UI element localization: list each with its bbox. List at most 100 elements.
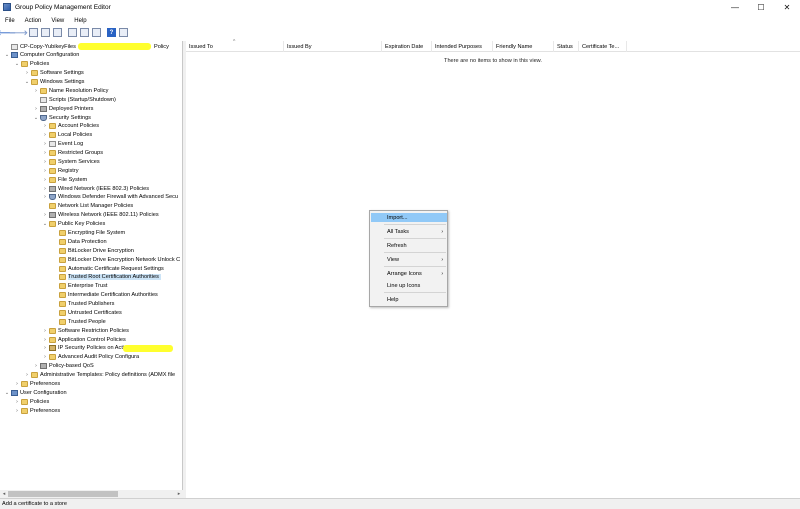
collapsed-chevron-icon[interactable]: › <box>33 363 39 369</box>
tree-node[interactable]: › Advanced Audit Policy Configura <box>42 353 139 362</box>
tree-node[interactable]: › IP Security Policies on Activ <box>42 344 173 353</box>
collapsed-chevron-icon[interactable]: › <box>42 159 48 165</box>
tree-node[interactable]: Automatic Certificate Request Settings <box>52 264 164 273</box>
tree-node[interactable]: ⌄ Security Settings <box>33 113 91 122</box>
tree-node[interactable]: ⌄ Public Key Policies <box>42 220 105 229</box>
menu-item-refresh[interactable]: Refresh <box>371 241 447 250</box>
tree-node[interactable]: Trusted Publishers <box>52 300 114 309</box>
tree-node[interactable]: › Registry <box>42 166 79 175</box>
tree-node[interactable]: › System Services <box>42 157 100 166</box>
collapsed-chevron-icon[interactable]: › <box>14 381 20 387</box>
minimize-button[interactable]: — <box>722 0 748 14</box>
collapsed-chevron-icon[interactable]: › <box>42 177 48 183</box>
tree-node[interactable]: › Local Policies <box>42 131 92 140</box>
collapsed-chevron-icon[interactable]: › <box>33 88 39 94</box>
tree-node[interactable]: Untrusted Certificates <box>52 308 122 317</box>
show-hide-tree-icon[interactable] <box>41 28 50 37</box>
collapsed-chevron-icon[interactable]: › <box>24 372 30 378</box>
collapsed-chevron-icon[interactable]: › <box>42 345 48 351</box>
tree-node[interactable]: › Account Policies <box>42 122 99 131</box>
menu-item-import[interactable]: Import... <box>371 213 447 222</box>
tree-node[interactable]: BitLocker Drive Encryption <box>52 246 134 255</box>
tree-node[interactable]: › Administrative Templates: Policy defini… <box>24 371 175 380</box>
collapsed-chevron-icon[interactable]: › <box>42 212 48 218</box>
column-friendly-name[interactable]: Friendly Name <box>493 41 554 52</box>
collapsed-chevron-icon[interactable]: › <box>42 132 48 138</box>
tree-node[interactable]: Network List Manager Policies <box>42 202 133 211</box>
export-list-icon[interactable] <box>92 28 101 37</box>
close-button[interactable]: ✕ <box>774 0 800 14</box>
refresh-icon[interactable] <box>80 28 89 37</box>
menu-item-line-up-icons[interactable]: Line up Icons <box>371 281 447 290</box>
collapsed-chevron-icon[interactable]: › <box>42 141 48 147</box>
tree-node[interactable]: › Wireless Network (IEEE 802.11) Policies <box>42 211 159 220</box>
tree-node[interactable]: ⌄ Windows Settings <box>24 78 84 87</box>
tree-horizontal-scrollbar[interactable]: ◂ ▸ <box>0 490 183 498</box>
console-tree[interactable]: CP-Copy-YubikeyFiles Policy ⌄ Computer Conf… <box>0 41 183 498</box>
tree-node[interactable]: › Policies <box>14 397 49 406</box>
column-issued-to[interactable]: Issued To <box>186 41 284 52</box>
column-status[interactable]: Status <box>554 41 579 52</box>
copy-icon[interactable] <box>68 28 77 37</box>
help-icon[interactable]: ? <box>107 28 116 37</box>
collapsed-chevron-icon[interactable]: › <box>33 106 39 112</box>
collapsed-chevron-icon[interactable]: › <box>24 70 30 76</box>
tree-node[interactable]: › Policy-based QoS <box>33 362 94 371</box>
collapsed-chevron-icon[interactable]: › <box>42 354 48 360</box>
tree-node[interactable]: › Application Control Policies <box>42 335 126 344</box>
collapsed-chevron-icon[interactable]: › <box>42 186 48 192</box>
column-expiration-date[interactable]: Expiration Date <box>382 41 432 52</box>
collapsed-chevron-icon[interactable]: › <box>42 150 48 156</box>
tree-node[interactable]: › Restricted Groups <box>42 149 103 158</box>
tree-node[interactable]: › Software Restriction Policies <box>42 326 129 335</box>
column-issued-by[interactable]: Issued By <box>284 41 382 52</box>
tree-node[interactable]: › Event Log <box>42 140 83 149</box>
maximize-button[interactable]: ☐ <box>748 0 774 14</box>
tree-node[interactable]: › Preferences <box>14 379 60 388</box>
collapsed-chevron-icon[interactable]: › <box>42 123 48 129</box>
tree-node[interactable]: Scripts (Startup/Shutdown) <box>33 95 116 104</box>
column-intended-purposes[interactable]: Intended Purposes <box>432 41 493 52</box>
menu-item-arrange-icons[interactable]: Arrange Icons › <box>371 269 447 278</box>
collapsed-chevron-icon[interactable]: › <box>14 399 20 405</box>
properties-icon[interactable] <box>119 28 128 37</box>
tree-node[interactable]: ⌄ Computer Configuration <box>4 51 79 60</box>
menu-help[interactable]: Help <box>69 18 91 24</box>
tree-node[interactable]: Trusted People <box>52 317 106 326</box>
expanded-chevron-icon[interactable]: ⌄ <box>24 79 30 85</box>
tree-node[interactable]: Encrypting File System <box>52 228 125 237</box>
tree-node[interactable]: ⌄ Policies <box>14 60 49 69</box>
forward-arrow-icon[interactable]: 🡒 <box>9 28 28 37</box>
tree-node[interactable]: CP-Copy-YubikeyFiles Policy <box>4 42 169 51</box>
pane-splitter[interactable] <box>183 41 186 498</box>
menu-file[interactable]: File <box>0 18 20 24</box>
menu-view[interactable]: View <box>46 18 69 24</box>
tree-node[interactable]: Trusted Root Certification Authorities <box>52 273 161 282</box>
tree-node[interactable]: › Windows Defender Firewall with Advanced… <box>42 193 178 202</box>
tree-node[interactable]: › File System <box>42 175 87 184</box>
up-folder-icon[interactable] <box>29 28 38 37</box>
collapsed-chevron-icon[interactable]: › <box>42 328 48 334</box>
expanded-chevron-icon[interactable]: ⌄ <box>14 61 20 67</box>
tree-node[interactable]: ⌄ User Configuration <box>4 388 67 397</box>
menu-item-all-tasks[interactable]: All Tasks › <box>371 227 447 236</box>
tree-node[interactable]: Enterprise Trust <box>52 282 107 291</box>
collapsed-chevron-icon[interactable]: › <box>42 337 48 343</box>
expanded-chevron-icon[interactable]: ⌄ <box>4 390 10 396</box>
tree-node[interactable]: Intermediate Certification Authorities <box>52 291 158 300</box>
tree-node[interactable]: › Wired Network (IEEE 802.3) Policies <box>42 184 149 193</box>
expanded-chevron-icon[interactable]: ⌄ <box>42 221 48 227</box>
tree-node[interactable]: › Preferences <box>14 406 60 415</box>
expanded-chevron-icon[interactable]: ⌄ <box>4 52 10 58</box>
menu-item-help[interactable]: Help <box>371 295 447 304</box>
scrollbar-thumb[interactable] <box>8 491 118 497</box>
tree-node[interactable]: › Deployed Printers <box>33 104 93 113</box>
column-certificate-template[interactable]: Certificate Te... <box>579 41 627 52</box>
tree-node[interactable]: BitLocker Drive Encryption Network Unloc… <box>52 255 180 264</box>
tree-node[interactable]: Data Protection <box>52 237 107 246</box>
expanded-chevron-icon[interactable]: ⌄ <box>33 115 39 121</box>
collapsed-chevron-icon[interactable]: › <box>42 194 48 200</box>
console-tree-icon[interactable] <box>53 28 62 37</box>
tree-node[interactable]: › Software Settings <box>24 69 84 78</box>
scroll-left-icon[interactable]: ◂ <box>0 490 8 498</box>
